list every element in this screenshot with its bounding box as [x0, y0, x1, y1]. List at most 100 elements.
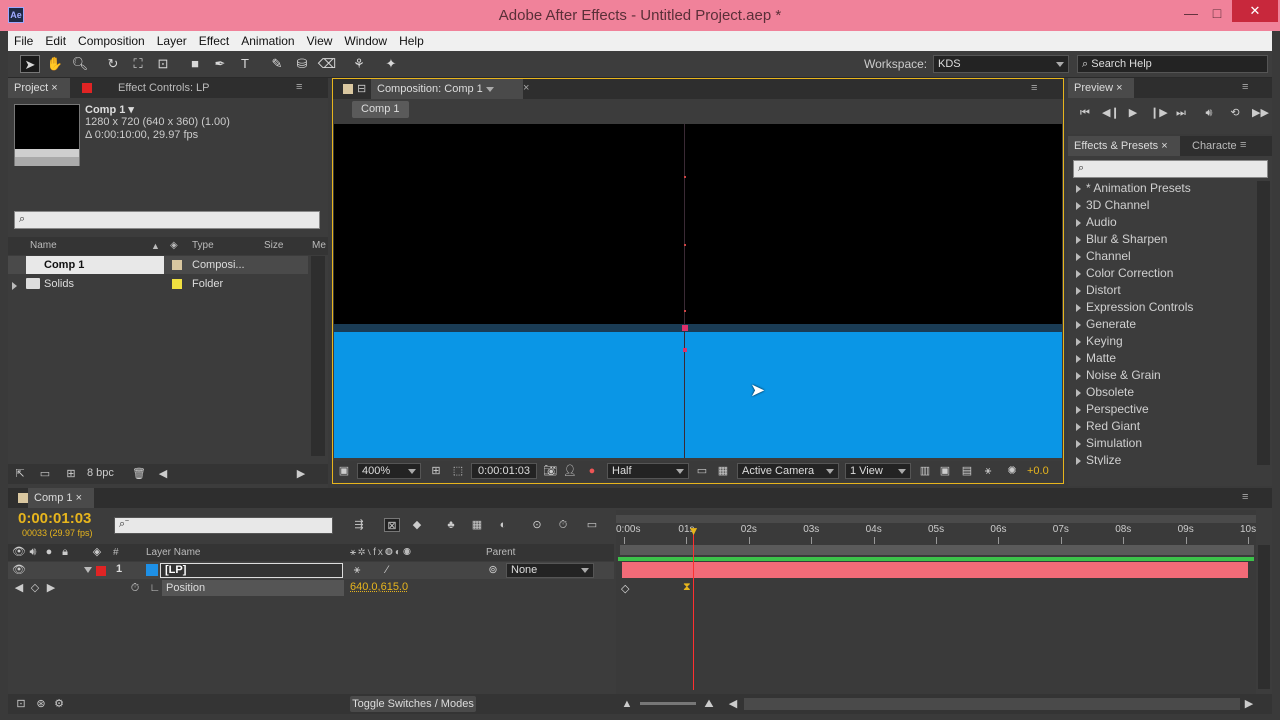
- playhead[interactable]: [692, 530, 694, 690]
- rectangle-tool-icon[interactable]: ■: [185, 55, 205, 73]
- scroll-right-icon[interactable]: ▶: [1242, 697, 1256, 711]
- zoom-slider[interactable]: [640, 702, 696, 705]
- ram-preview-icon[interactable]: ▶▶: [1252, 106, 1269, 120]
- parent-dropdown[interactable]: None: [506, 563, 594, 578]
- maximize-button[interactable]: □: [1204, 4, 1230, 22]
- col-size[interactable]: Size: [264, 237, 283, 255]
- mask-visibility-icon[interactable]: ⬚: [451, 464, 465, 478]
- menu-help[interactable]: Help: [393, 31, 430, 51]
- bpc-button[interactable]: 8 bpc: [87, 467, 114, 479]
- pan-behind-tool-icon[interactable]: ⊡: [153, 55, 173, 73]
- eraser-tool-icon[interactable]: ⌫: [317, 55, 337, 73]
- minimize-button[interactable]: —: [1178, 4, 1204, 22]
- timeline-vscrollbar[interactable]: [1258, 545, 1270, 689]
- timeline-timecode[interactable]: 0:00:01:03: [18, 510, 91, 527]
- effect-category[interactable]: Audio: [1076, 215, 1117, 232]
- parent-pickwhip-icon[interactable]: ⊚: [486, 563, 500, 577]
- effect-category[interactable]: Obsolete: [1076, 385, 1134, 402]
- tab-timeline-comp[interactable]: Comp 1 ×: [28, 488, 94, 508]
- sort-asc-icon[interactable]: ▲: [151, 237, 160, 255]
- effect-category[interactable]: Channel: [1076, 249, 1131, 266]
- region-of-interest-icon[interactable]: ▭: [695, 464, 709, 478]
- new-folder-icon[interactable]: ▭: [38, 467, 52, 481]
- effect-category[interactable]: Simulation: [1076, 436, 1142, 453]
- frame-blending-icon[interactable]: ♣: [444, 518, 458, 532]
- exposure-icon[interactable]: ✺: [1005, 464, 1019, 478]
- tab-preview[interactable]: Preview ×: [1068, 78, 1134, 98]
- lock-icon[interactable]: 🔒︎: [58, 545, 72, 559]
- menu-effect[interactable]: Effect: [193, 31, 235, 51]
- keyframe-icon[interactable]: ◇: [621, 582, 629, 595]
- quality-switch-icon[interactable]: ⁄: [380, 563, 394, 577]
- hand-tool-icon[interactable]: ✋: [45, 55, 65, 73]
- last-frame-icon[interactable]: ⏭: [1174, 106, 1188, 120]
- brush-tool-icon[interactable]: ✎: [267, 55, 287, 73]
- graph-icon[interactable]: ∟: [148, 581, 162, 595]
- layer-duration-bar[interactable]: [622, 562, 1248, 578]
- effect-category[interactable]: Stylize: [1076, 453, 1121, 465]
- expand-triangle-icon[interactable]: [12, 280, 22, 292]
- add-keyframe-icon[interactable]: ◇: [28, 581, 42, 595]
- comp-breadcrumb[interactable]: Comp 1: [352, 101, 409, 118]
- item-label-swatch[interactable]: [172, 260, 182, 270]
- eye-icon[interactable]: 👁︎: [12, 545, 26, 559]
- zoom-out-icon[interactable]: ▲: [620, 697, 634, 711]
- effect-category[interactable]: Keying: [1076, 334, 1123, 351]
- previous-frame-icon[interactable]: ◀❙: [1102, 106, 1120, 120]
- effect-category[interactable]: * Animation Presets: [1076, 181, 1191, 198]
- workspace-dropdown[interactable]: KDS: [933, 55, 1069, 73]
- always-preview-icon[interactable]: ▣: [337, 464, 351, 478]
- effect-category[interactable]: Matte: [1076, 351, 1116, 368]
- label-col-icon[interactable]: ◈: [170, 237, 178, 255]
- effect-category[interactable]: Color Correction: [1076, 266, 1173, 283]
- lp-solid-layer[interactable]: [334, 332, 1062, 458]
- lock-icon[interactable]: ⊟: [357, 82, 366, 95]
- layer-label-swatch[interactable]: [96, 566, 106, 576]
- expand-layer-switches-icon[interactable]: ⊡: [14, 697, 28, 711]
- roto-brush-tool-icon[interactable]: ⚘: [349, 55, 369, 73]
- panel-menu-icon[interactable]: ≡: [1242, 491, 1248, 503]
- current-time-field[interactable]: 0:00:01:03: [471, 463, 537, 479]
- menu-edit[interactable]: Edit: [39, 31, 72, 51]
- keyframe-selected-icon[interactable]: ⧗: [683, 581, 691, 594]
- time-ruler[interactable]: 0:00s 01s 02s 03s 04s 05s 06s 07s 08s 09s 10s: [616, 522, 1256, 544]
- effects-search-input[interactable]: ⌕: [1073, 160, 1268, 178]
- exposure-value[interactable]: +0.0: [1027, 465, 1049, 477]
- label-icon[interactable]: ◈: [90, 545, 104, 559]
- fast-previews-icon[interactable]: ▣: [938, 464, 952, 478]
- solo-icon[interactable]: ●: [42, 545, 56, 559]
- effect-category[interactable]: Expression Controls: [1076, 300, 1193, 317]
- timeline-icon[interactable]: ▤: [960, 464, 974, 478]
- work-area-bar[interactable]: [620, 545, 1254, 555]
- new-composition-icon[interactable]: ⊞: [64, 467, 78, 481]
- zoom-tool-icon[interactable]: 🔍︎: [70, 55, 90, 73]
- transparency-grid-icon[interactable]: ▦: [716, 464, 730, 478]
- col-name[interactable]: Name: [30, 237, 57, 255]
- layer-name[interactable]: [LP]: [160, 563, 343, 578]
- show-snapshot-icon[interactable]: 👤︎: [563, 464, 577, 478]
- property-value[interactable]: 640.0,615.0: [350, 581, 408, 593]
- col-type[interactable]: Type: [192, 237, 214, 255]
- position-keyframe-handle[interactable]: [682, 325, 688, 331]
- effect-category[interactable]: Blur & Sharpen: [1076, 232, 1167, 249]
- menu-composition[interactable]: Composition: [72, 31, 151, 51]
- comp-mini-flowchart-icon[interactable]: ⇶: [348, 518, 370, 532]
- menu-file[interactable]: File: [8, 31, 39, 51]
- panel-menu-icon[interactable]: ≡: [296, 81, 302, 93]
- graph-editor-icon[interactable]: ▭: [585, 518, 599, 532]
- next-keyframe-icon[interactable]: ▶: [44, 581, 58, 595]
- comp-viewer[interactable]: ➤: [334, 124, 1062, 458]
- graph-editor-stopwatch-icon[interactable]: ⏱: [556, 518, 570, 532]
- tab-effect-controls[interactable]: Effect Controls: LP: [112, 78, 262, 98]
- menu-window[interactable]: Window: [338, 31, 393, 51]
- view-layout-dropdown[interactable]: 1 View: [845, 463, 911, 479]
- effect-category[interactable]: Generate: [1076, 317, 1136, 334]
- motion-blur-icon[interactable]: ▦: [470, 518, 484, 532]
- play-icon[interactable]: ▶: [1126, 106, 1140, 120]
- camera-dropdown[interactable]: Active Camera: [737, 463, 839, 479]
- type-tool-icon[interactable]: T: [235, 55, 255, 73]
- tab-composition[interactable]: Composition: Comp 1: [371, 79, 523, 99]
- puppet-pin-tool-icon[interactable]: ✦: [381, 55, 401, 73]
- expand-transfer-controls-icon[interactable]: ⊛: [34, 697, 48, 711]
- expand-in-out-icon[interactable]: ⚙: [52, 697, 66, 711]
